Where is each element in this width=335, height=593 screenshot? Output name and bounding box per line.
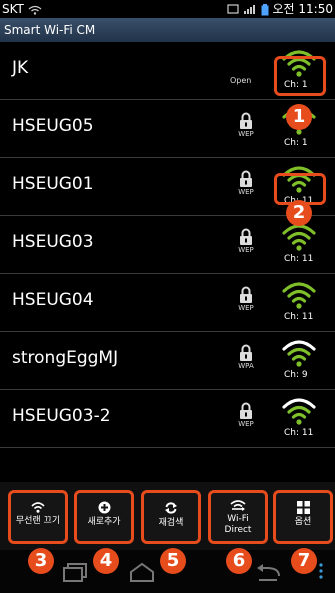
- wifi-signal-icon: [282, 340, 316, 367]
- add-new-button[interactable]: 새로추가: [74, 490, 134, 544]
- status-time: 오전 11:50: [272, 2, 333, 16]
- wifi-direct-label-line1: Wi-Fi: [227, 514, 249, 524]
- channel-label: Ch: 11: [284, 254, 314, 264]
- lock-icon: [240, 286, 252, 303]
- signal-icon: [243, 5, 255, 14]
- security-type: WPA: [238, 362, 254, 370]
- wifi-off-button[interactable]: 무선랜 끄기: [8, 490, 68, 544]
- home-icon[interactable]: [128, 562, 156, 582]
- security-type: WEP: [238, 188, 254, 196]
- security-type: Open: [230, 76, 252, 85]
- grid-menu-icon: [296, 501, 310, 514]
- wifi-off-label: 무선랜 끄기: [15, 516, 61, 526]
- network-ssid: HSEUG04: [12, 290, 94, 310]
- network-row[interactable]: HSEUG03 WEP Ch: 11: [0, 216, 335, 274]
- callout-badge-4: 4: [93, 548, 119, 574]
- security-indicator: WEP: [233, 286, 259, 312]
- network-row[interactable]: HSEUG05 WEP Ch: 1: [0, 100, 335, 158]
- wifi-icon: [31, 502, 45, 513]
- network-ssid: HSEUG03-2: [12, 406, 111, 426]
- wifi-status-icon: [28, 5, 42, 15]
- menu-dots-icon[interactable]: [318, 562, 324, 580]
- channel-label: Ch: 11: [284, 312, 314, 322]
- network-list: JK Open Ch: 1HSEUG05 WEP Ch: 1 HSEUG01 WEP Ch: …: [0, 42, 335, 482]
- security-type: WEP: [238, 304, 254, 312]
- add-new-label: 새로추가: [87, 517, 121, 527]
- network-ssid: strongEggMJ: [12, 348, 119, 368]
- callout-badge-2: 2: [286, 200, 312, 226]
- channel-label: Ch: 9: [284, 370, 308, 380]
- lock-icon: [240, 228, 252, 245]
- security-indicator: WEP: [233, 228, 259, 254]
- network-ssid: JK: [12, 58, 29, 78]
- network-ssid: HSEUG05: [12, 116, 94, 136]
- app-title-bar: Smart Wi-Fi CM: [0, 18, 335, 42]
- callout-badge-3: 3: [28, 548, 54, 574]
- wifi-direct-icon: [230, 500, 246, 511]
- status-right: 오전 11:50: [227, 0, 333, 18]
- battery-icon: [261, 3, 269, 15]
- wifi-signal-icon: [282, 224, 316, 251]
- callout-badge-5: 5: [160, 548, 186, 574]
- network-row[interactable]: strongEggMJ WPA Ch: 9: [0, 332, 335, 390]
- security-type: WEP: [238, 246, 254, 254]
- wifi-signal-icon: [282, 282, 316, 309]
- callout-badge-1: 1: [286, 104, 312, 130]
- rescan-label: 재검색: [158, 518, 184, 528]
- security-type: WEP: [238, 420, 254, 428]
- lock-icon: [240, 402, 252, 419]
- channel-label: Ch: 11: [284, 428, 314, 438]
- wifi-direct-label-line2: Direct: [224, 525, 252, 535]
- security-indicator: WEP: [233, 402, 259, 428]
- carrier-label: SKT: [2, 2, 24, 16]
- add-circle-icon: [98, 501, 110, 514]
- back-icon[interactable]: [255, 562, 283, 582]
- security-indicator: WPA: [233, 344, 259, 370]
- options-label: 옵션: [294, 517, 312, 527]
- network-row[interactable]: HSEUG04 WEP Ch: 11: [0, 274, 335, 332]
- screen-mirror-icon: [227, 4, 239, 14]
- bottom-toolbar: 무선랜 끄기 새로추가 재검색 Wi-Fi Direct 옵션: [0, 482, 335, 550]
- channel-label: Ch: 1: [284, 138, 308, 148]
- highlight-connected-signal: [274, 56, 326, 96]
- security-indicator: WEP: [233, 170, 259, 196]
- lock-icon: [240, 112, 252, 129]
- refresh-icon: [165, 502, 177, 514]
- callout-badge-7: 7: [291, 548, 317, 574]
- recent-apps-icon[interactable]: [62, 562, 88, 582]
- status-left: SKT: [2, 0, 42, 18]
- rescan-button[interactable]: 재검색: [141, 490, 201, 544]
- network-row[interactable]: HSEUG03-2 WEP Ch: 11: [0, 390, 335, 448]
- wifi-direct-button[interactable]: Wi-Fi Direct: [208, 490, 268, 544]
- lock-icon: [240, 170, 252, 187]
- app-title: Smart Wi-Fi CM: [4, 23, 96, 37]
- options-button[interactable]: 옵션: [273, 490, 333, 544]
- callout-badge-6: 6: [226, 548, 252, 574]
- security-indicator: WEP: [233, 112, 259, 138]
- status-bar: SKT 오전 11:50: [0, 0, 335, 18]
- wifi-signal-icon: [282, 398, 316, 425]
- network-ssid: HSEUG01: [12, 174, 94, 194]
- network-ssid: HSEUG03: [12, 232, 94, 252]
- security-type: WEP: [238, 130, 254, 138]
- lock-icon: [240, 344, 252, 361]
